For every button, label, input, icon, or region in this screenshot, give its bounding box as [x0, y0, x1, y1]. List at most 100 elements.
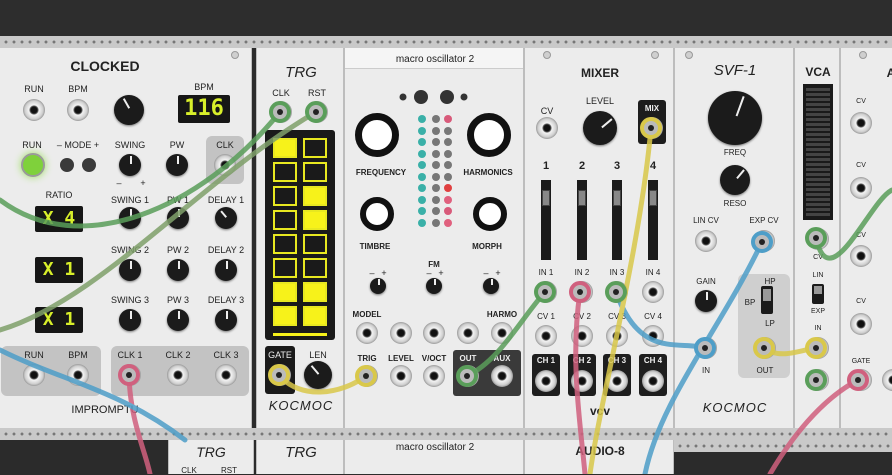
second-gate-jack[interactable] — [882, 369, 892, 391]
channel-2-fader[interactable] — [577, 180, 587, 260]
model-cv-jack[interactable] — [356, 322, 378, 344]
in-jack[interactable] — [807, 337, 829, 359]
run-button[interactable] — [21, 153, 45, 177]
cv3-jack[interactable] — [850, 245, 872, 267]
master-level-knob[interactable] — [583, 111, 617, 145]
frequency-knob[interactable] — [355, 113, 399, 157]
clk1-jack[interactable] — [119, 364, 141, 386]
cv2-jack[interactable] — [571, 325, 593, 347]
trg-step-grid[interactable] — [265, 130, 335, 340]
trig-jack[interactable] — [356, 365, 378, 387]
trg-step-cell[interactable] — [273, 138, 297, 158]
trg-step-cell[interactable] — [303, 210, 327, 230]
trg-step-cell[interactable] — [303, 186, 327, 206]
ch1-output-jack[interactable] — [535, 370, 557, 392]
in4-jack[interactable] — [642, 281, 664, 303]
model-select-button-1[interactable] — [414, 90, 428, 104]
trg-step-cell[interactable] — [303, 138, 327, 158]
timbre-cv-jack[interactable] — [390, 322, 412, 344]
voct-jack[interactable] — [423, 365, 445, 387]
clk3-jack[interactable] — [215, 364, 237, 386]
clk-output-jack[interactable] — [214, 154, 236, 176]
gate-output-jack[interactable] — [269, 364, 291, 386]
pw2-knob[interactable] — [167, 259, 189, 281]
len-knob[interactable] — [304, 361, 332, 389]
cv-jack[interactable] — [807, 228, 829, 250]
rst-input-jack[interactable] — [306, 101, 328, 123]
fm-cv-jack[interactable] — [423, 322, 445, 344]
reso-knob[interactable] — [720, 165, 750, 195]
lin-cv-jack[interactable] — [695, 230, 717, 252]
cv1-jack[interactable] — [535, 325, 557, 347]
trg-step-cell[interactable] — [273, 258, 297, 278]
out-jack[interactable] — [754, 337, 776, 359]
trg-step-cell[interactable] — [303, 258, 327, 278]
swing2-knob[interactable] — [119, 259, 141, 281]
cv4-jack[interactable] — [642, 325, 664, 347]
gain-knob[interactable] — [695, 290, 717, 312]
bpm-knob[interactable] — [114, 95, 144, 125]
lin-exp-switch[interactable] — [812, 284, 824, 304]
clk2-jack[interactable] — [167, 364, 189, 386]
model-select-button-2[interactable] — [440, 90, 454, 104]
gate-jack[interactable] — [850, 369, 872, 391]
exp-cv-jack[interactable] — [753, 230, 775, 252]
trg-step-cell[interactable] — [273, 162, 297, 182]
out-jack[interactable] — [807, 369, 829, 391]
harmo-cv-jack[interactable] — [491, 322, 513, 344]
pw1-knob[interactable] — [167, 207, 189, 229]
trg-step-cell[interactable] — [273, 282, 297, 302]
timbre-knob[interactable] — [360, 197, 394, 231]
trg-step-cell[interactable] — [303, 282, 327, 302]
swing3-knob[interactable] — [119, 309, 141, 331]
fm-attenuverter[interactable] — [426, 278, 442, 294]
harmonics-knob[interactable] — [467, 113, 511, 157]
run-input-jack[interactable] — [23, 99, 45, 121]
morph-attenuverter[interactable] — [483, 278, 499, 294]
aux-jack[interactable] — [491, 365, 513, 387]
timbre-attenuverter[interactable] — [370, 278, 386, 294]
delay2-knob[interactable] — [215, 259, 237, 281]
cv2-jack[interactable] — [850, 177, 872, 199]
mode-plus-button[interactable] — [82, 158, 96, 172]
run-output-jack[interactable] — [23, 364, 45, 386]
level-jack[interactable] — [390, 365, 412, 387]
bpm-input-jack[interactable] — [67, 99, 89, 121]
trg-step-cell[interactable] — [273, 186, 297, 206]
swing1-knob[interactable] — [119, 207, 141, 229]
in1-jack[interactable] — [535, 281, 557, 303]
ch4-output-jack[interactable] — [642, 370, 664, 392]
pw3-knob[interactable] — [167, 309, 189, 331]
channel-4-fader[interactable] — [648, 180, 658, 260]
pw-knob[interactable] — [166, 154, 188, 176]
in3-jack[interactable] — [606, 281, 628, 303]
channel-3-fader[interactable] — [612, 180, 622, 260]
morph-knob[interactable] — [473, 197, 507, 231]
filter-mode-switch[interactable] — [761, 286, 773, 314]
clk-input-jack[interactable] — [270, 101, 292, 123]
ch2-output-jack[interactable] — [571, 370, 593, 392]
channel-1-fader[interactable] — [541, 180, 551, 260]
swing-knob[interactable] — [119, 154, 141, 176]
in-jack[interactable] — [695, 337, 717, 359]
trg-step-cell[interactable] — [303, 162, 327, 182]
in2-jack[interactable] — [571, 281, 593, 303]
trg-step-cell[interactable] — [273, 210, 297, 230]
trg-step-cell[interactable] — [303, 234, 327, 254]
delay3-knob[interactable] — [215, 309, 237, 331]
trg-step-cell[interactable] — [273, 306, 297, 326]
cv4-jack[interactable] — [850, 313, 872, 335]
ch3-output-jack[interactable] — [606, 370, 628, 392]
freq-knob[interactable] — [708, 91, 762, 145]
morph-cv-jack[interactable] — [457, 322, 479, 344]
out-jack[interactable] — [457, 365, 479, 387]
delay1-knob[interactable] — [215, 207, 237, 229]
trg-step-cell[interactable] — [273, 234, 297, 254]
mix-cv-jack[interactable] — [536, 117, 558, 139]
cv3-jack[interactable] — [606, 325, 628, 347]
bpm-output-jack[interactable] — [67, 364, 89, 386]
mix-output-jack[interactable] — [641, 117, 663, 139]
trg-step-cell[interactable] — [303, 306, 327, 326]
cv1-jack[interactable] — [850, 112, 872, 134]
mode-minus-button[interactable] — [60, 158, 74, 172]
